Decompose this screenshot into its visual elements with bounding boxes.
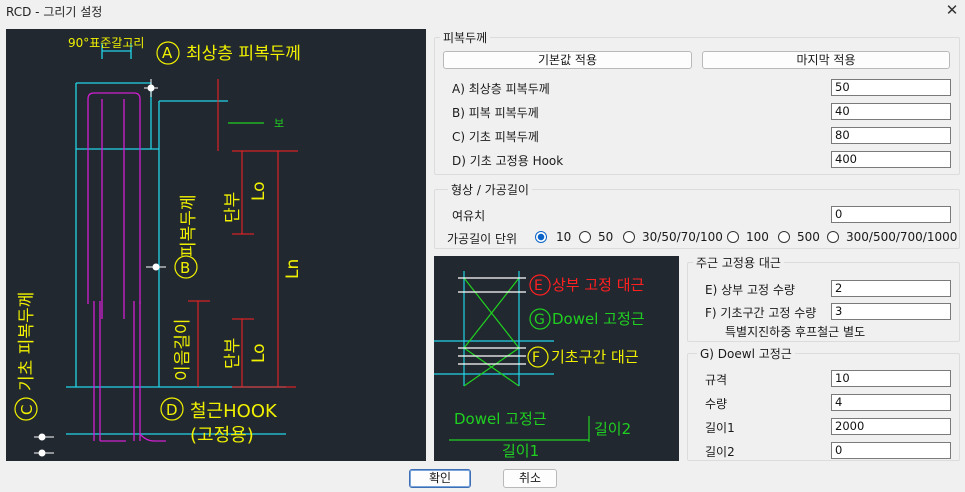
label-c: C <box>18 405 36 415</box>
cover-c-input[interactable]: 80 <box>831 127 951 144</box>
cover-a-label: A) 최상층 피복두께 <box>452 82 550 96</box>
cover-d-input[interactable]: 400 <box>831 151 951 168</box>
default-apply-button[interactable]: 기본값 적용 <box>443 51 692 69</box>
shape-group-title: 형상 / 가공길이 <box>448 181 532 198</box>
title-bar <box>0 0 965 24</box>
top-cover-label: 최상층 피복두께 <box>186 44 301 64</box>
ok-button[interactable]: 확인 <box>409 469 471 488</box>
dowel-len2-input[interactable]: 0 <box>831 442 951 459</box>
cover-d-label: D) 기초 고정용 Hook <box>452 154 564 168</box>
unit-radio-500[interactable] <box>778 231 790 243</box>
unit-radio-50[interactable] <box>579 231 591 243</box>
dowel-qty-input[interactable]: 4 <box>831 394 951 411</box>
unit-radio-30-100[interactable] <box>623 231 635 243</box>
ln-label: Ln <box>283 259 303 279</box>
bend-label: 90°표준갈고리 <box>68 36 144 50</box>
label-b: B <box>180 259 190 277</box>
dowel-spec-input[interactable]: 10 <box>831 370 951 387</box>
upper-fix-label: E) 상부 고정 수량 <box>705 283 795 297</box>
foot-cover-label: 기초 피복두께 <box>17 292 37 391</box>
label-e: E <box>534 278 543 294</box>
window-title: RCD - 그리기 설정 <box>6 5 103 19</box>
label-d: D <box>166 401 178 419</box>
len1-label: 길이1 <box>502 442 539 460</box>
margin-input[interactable]: 0 <box>831 206 951 223</box>
unit-label: 가공길이 단위 <box>447 232 518 246</box>
label-g: G <box>534 312 545 328</box>
cover-c-label: C) 기초 피복두께 <box>452 130 539 144</box>
unit-option-10: 10 <box>556 230 572 244</box>
cover-a-input[interactable]: 50 <box>831 79 951 96</box>
unit-option-100: 100 <box>746 230 769 244</box>
foot-bar-label: 기초구간 대근 <box>551 348 639 366</box>
unit-option-30-100: 30/50/70/100 <box>642 230 723 244</box>
unit-radio-100[interactable] <box>727 231 739 243</box>
cover-b-input[interactable]: 40 <box>831 103 951 120</box>
foot-fix-input[interactable]: 3 <box>831 303 951 320</box>
main-fix-group-title: 주근 고정용 대근 <box>693 254 784 271</box>
last-apply-button[interactable]: 마지막 적용 <box>702 51 950 69</box>
top-fix-label: 상부 고정 대근 <box>552 276 645 294</box>
dowel-group-title: G) Doewl 고정근 <box>697 345 795 362</box>
column-diagram: 90°표준갈고리 A 최상층 피복두께 보 피복두께 B 단부 Lo Ln 이음… <box>6 29 426 461</box>
dowel-legend: Dowel 고정근 <box>454 410 547 428</box>
unit-option-50: 50 <box>598 230 614 244</box>
unit-option-300-1000: 300/500/700/1000 <box>846 230 958 244</box>
unit-option-500: 500 <box>797 230 820 244</box>
close-icon[interactable]: ✕ <box>944 2 960 18</box>
dowel-label: Dowel 고정근 <box>552 310 645 328</box>
dowel-len1-input[interactable]: 2000 <box>831 418 951 435</box>
dowel-len2-label: 길이2 <box>705 445 735 459</box>
unit-radio-10[interactable] <box>535 231 547 243</box>
dowel-qty-label: 수량 <box>705 397 728 411</box>
beam-label: 보 <box>274 117 284 130</box>
tip-upper-label: 단부 <box>223 192 243 223</box>
cover-b-label: B) 피복 피복두께 <box>452 106 539 120</box>
hook-sub-label: (고정용) <box>190 425 254 446</box>
cover-group-title: 피복두께 <box>440 29 491 46</box>
foot-fix-label: F) 기초구간 고정 수량 <box>705 306 817 320</box>
side-cover-label: 피복두께 <box>179 194 199 257</box>
label-f: F <box>532 350 540 366</box>
cancel-button[interactable]: 취소 <box>503 469 557 488</box>
lo-lower-label: Lo <box>249 343 269 363</box>
len2-label: 길이2 <box>594 420 631 438</box>
dowel-spec-label: 규격 <box>705 373 728 387</box>
upper-fix-input[interactable]: 2 <box>831 280 951 297</box>
margin-label: 여유치 <box>452 209 486 223</box>
tip-lower-label: 단부 <box>223 338 243 369</box>
dowel-len1-label: 길이1 <box>705 421 735 435</box>
lo-upper-label: Lo <box>249 181 269 201</box>
seismic-note: 특별지진하중 후프철근 별도 <box>725 325 866 339</box>
dowel-diagram: E 상부 고정 대근 G Dowel 고정근 F 기초구간 대근 Dowel 고… <box>434 256 679 461</box>
lap-label: 이음길이 <box>173 318 193 381</box>
hook-label: 철근HOOK <box>190 401 278 422</box>
unit-radio-300-1000[interactable] <box>827 231 839 243</box>
label-a: A <box>162 44 173 62</box>
